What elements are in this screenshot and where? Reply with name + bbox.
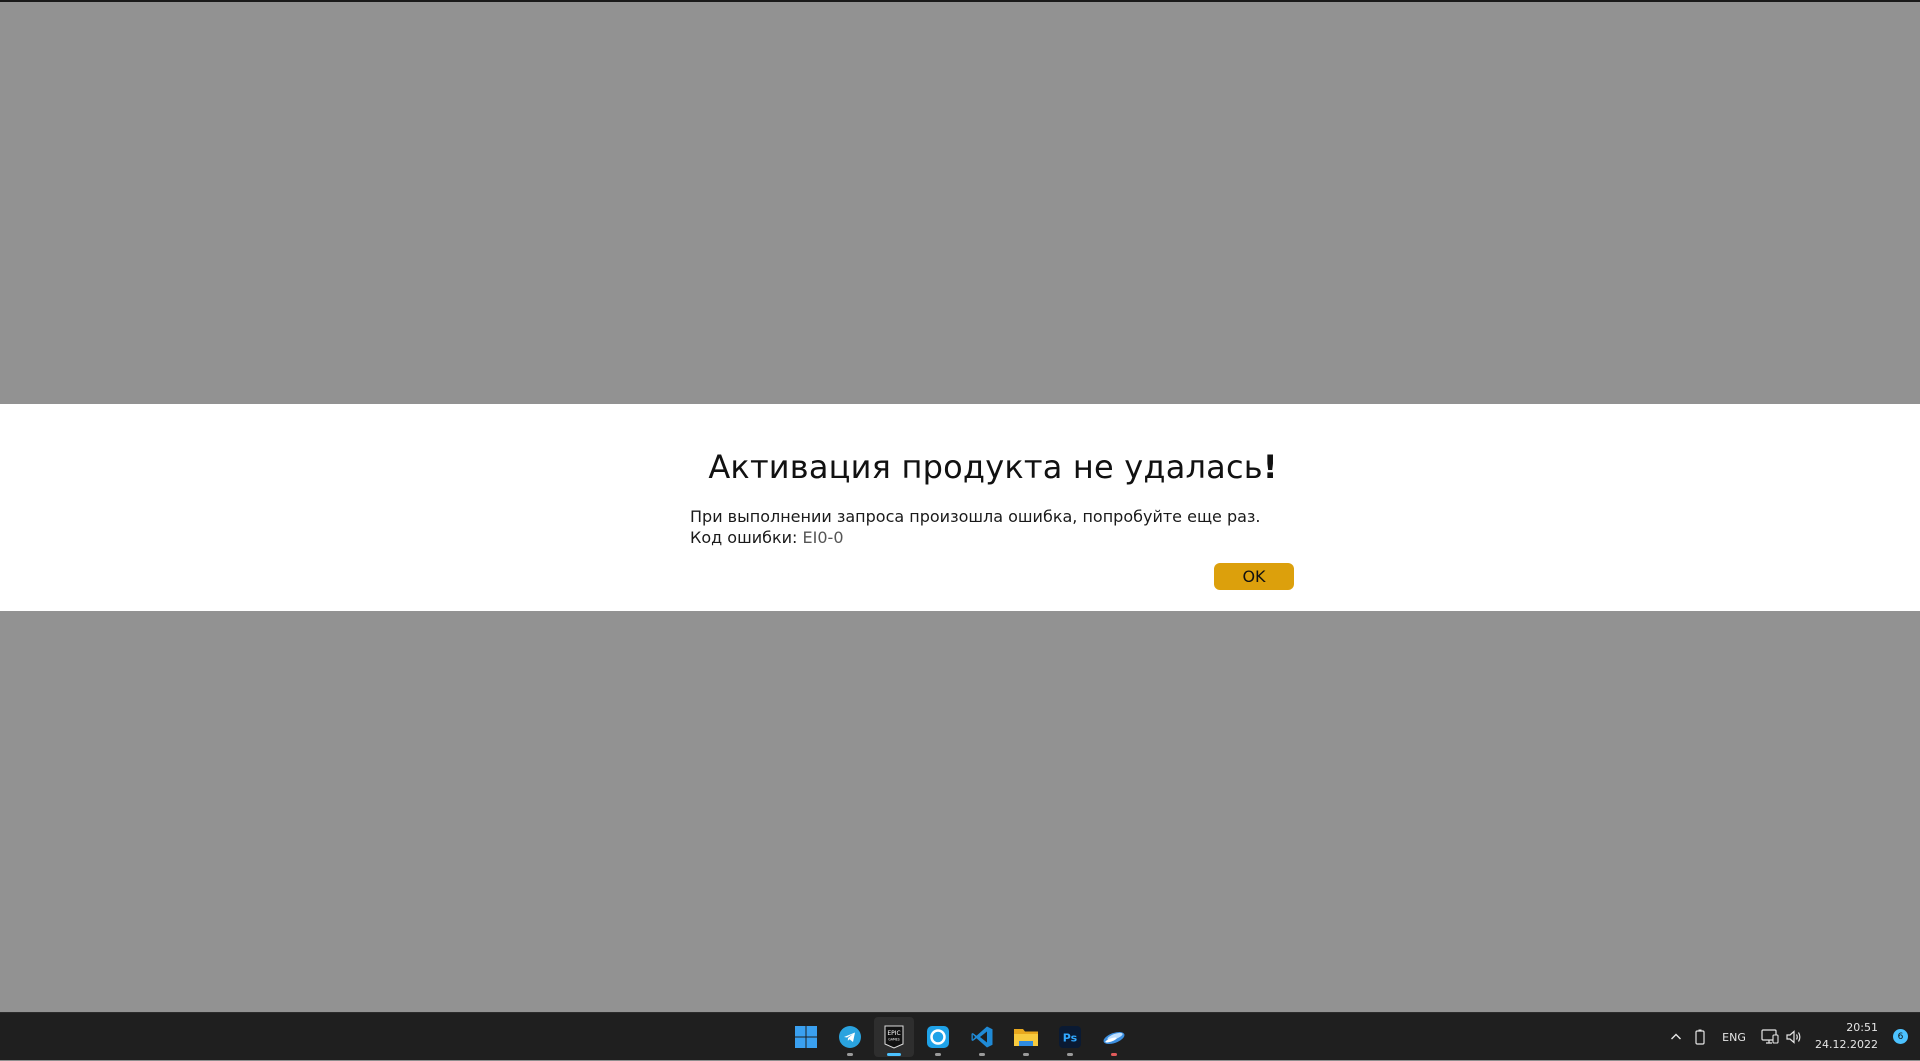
start-button[interactable] <box>786 1017 826 1057</box>
telegram-icon <box>839 1026 861 1048</box>
dialog-message: При выполнении запроса произошла ошибка,… <box>690 506 1261 548</box>
error-code-label: Код ошибки: <box>690 528 798 547</box>
swoosh-app-icon <box>1103 1031 1125 1045</box>
dialog-title-text: Активация продукта не удалась <box>708 448 1263 486</box>
vscode-icon <box>971 1026 993 1048</box>
dialog-title: Активация продукта не удалась! <box>690 448 1296 486</box>
error-code-line: Код ошибки: EI0-0 <box>690 527 1261 548</box>
windows-start-icon <box>795 1026 817 1048</box>
notification-badge[interactable]: 6 <box>1893 1029 1908 1044</box>
running-indicator <box>935 1053 941 1056</box>
chevron-up-icon <box>1671 1033 1681 1040</box>
volume-icon <box>1786 1030 1801 1044</box>
ok-button[interactable]: OK <box>1214 563 1294 590</box>
active-indicator <box>887 1053 901 1056</box>
network-button[interactable] <box>1759 1013 1781 1061</box>
circle-app-icon <box>927 1026 949 1048</box>
error-dialog-content: Активация продукта не удалась! При выпол… <box>690 404 1296 611</box>
show-hidden-icons-button[interactable] <box>1664 1013 1688 1061</box>
error-code-value: EI0-0 <box>802 528 844 547</box>
running-indicator <box>1067 1053 1073 1056</box>
taskbar-app-telegram[interactable] <box>830 1017 870 1057</box>
taskbar-app-swoosh[interactable] <box>1094 1017 1134 1057</box>
svg-text:GAMES: GAMES <box>888 1038 899 1042</box>
clock-date: 24.12.2022 <box>1815 1038 1878 1051</box>
taskbar: EPIC GAMES Ps ENG 20:51 24.12.2022 6 <box>0 1012 1920 1060</box>
error-dialog: Активация продукта не удалась! При выпол… <box>0 404 1920 611</box>
clock-time: 20:51 <box>1846 1021 1878 1034</box>
taskbar-app-circle[interactable] <box>918 1017 958 1057</box>
clock[interactable]: 20:51 24.12.2022 <box>1815 1019 1878 1053</box>
taskbar-app-vscode[interactable] <box>962 1017 1002 1057</box>
battery-icon <box>1695 1029 1705 1045</box>
taskbar-app-file-explorer[interactable] <box>1006 1017 1046 1057</box>
dialog-title-exclamation: ! <box>1262 448 1278 486</box>
running-indicator <box>1023 1053 1029 1056</box>
folder-icon <box>1014 1029 1038 1046</box>
running-indicator <box>979 1053 985 1056</box>
svg-text:Ps: Ps <box>1063 1032 1078 1045</box>
volume-button[interactable] <box>1783 1013 1805 1061</box>
network-icon <box>1761 1029 1779 1044</box>
running-indicator <box>847 1053 853 1056</box>
epic-games-icon: EPIC GAMES <box>884 1025 904 1049</box>
photoshop-icon: Ps <box>1059 1026 1081 1048</box>
svg-text:EPIC: EPIC <box>887 1030 900 1037</box>
error-message-text: При выполнении запроса произошла ошибка,… <box>690 507 1261 526</box>
taskbar-app-epic-games[interactable]: EPIC GAMES <box>874 1017 914 1057</box>
tray-device-button[interactable] <box>1688 1013 1712 1061</box>
taskbar-app-photoshop[interactable]: Ps <box>1050 1017 1090 1057</box>
language-indicator[interactable]: ENG <box>1716 1013 1752 1061</box>
running-indicator <box>1111 1053 1117 1056</box>
